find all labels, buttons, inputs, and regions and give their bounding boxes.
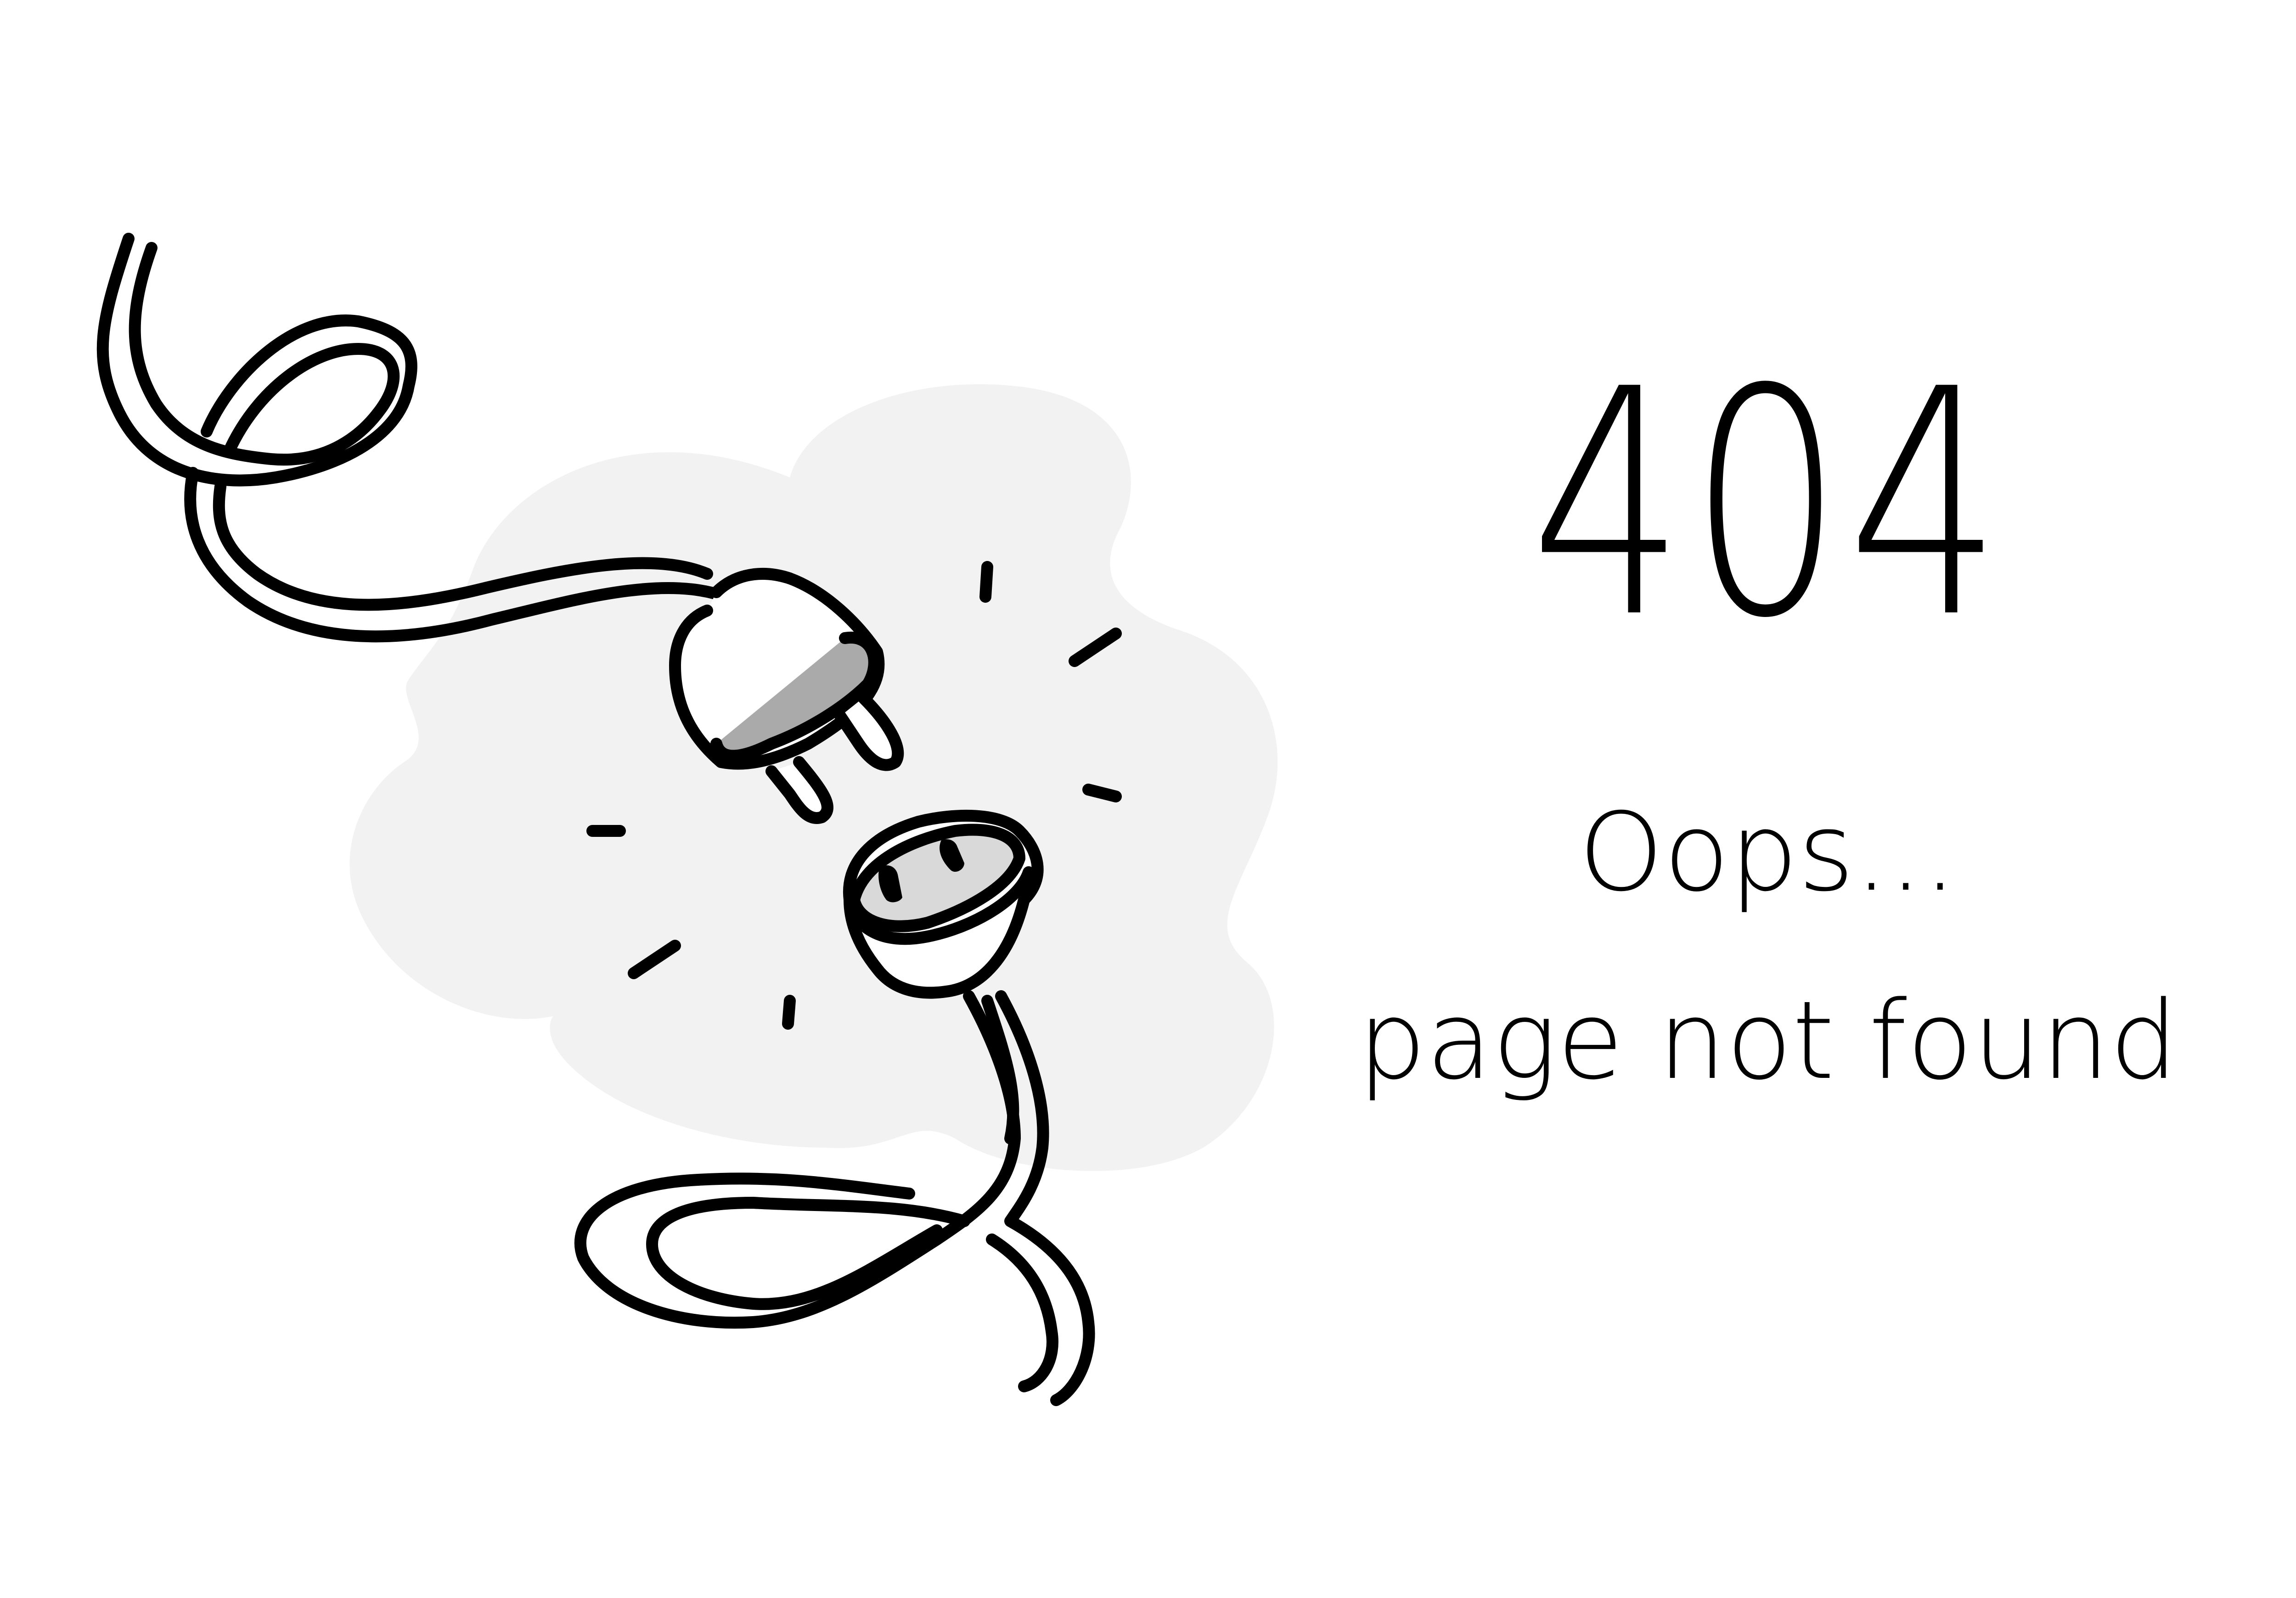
error-text-block: 404 Oops... page not found: [1309, 349, 2227, 1175]
error-code: 404: [1530, 323, 2006, 686]
spark-dash-3: [1082, 784, 1122, 802]
error-headline: Oops...: [1578, 790, 1958, 915]
spark-dash-1: [979, 561, 993, 603]
spark-dash-6: [782, 995, 796, 1030]
error-message: page not found: [1357, 978, 2178, 1104]
